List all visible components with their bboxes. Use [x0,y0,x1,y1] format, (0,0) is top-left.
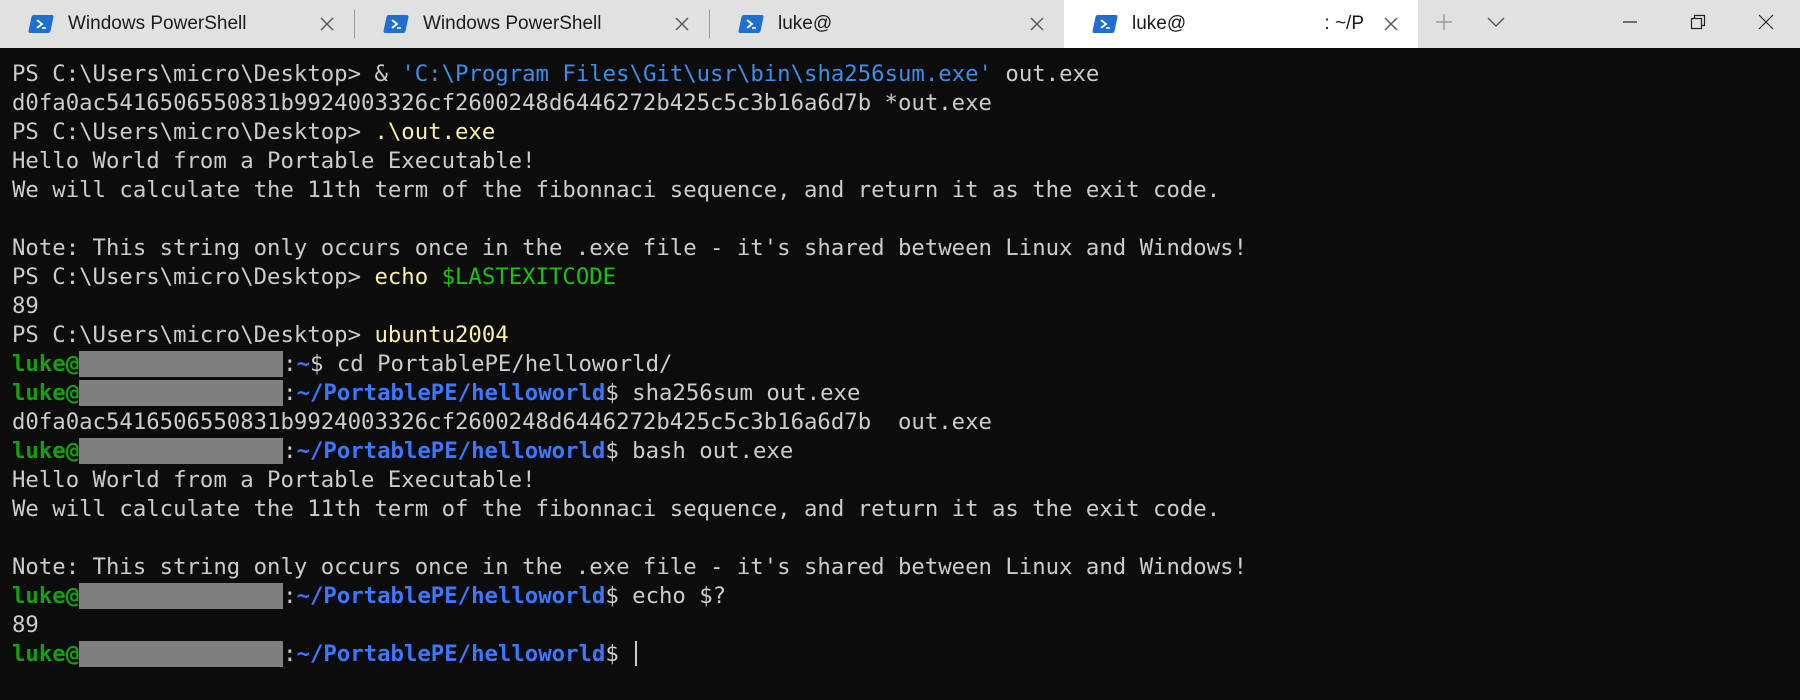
restore-button[interactable] [1664,0,1732,48]
terminal-line: Note: This string only occurs once in th… [12,553,1792,582]
terminal-line: 89 [12,611,1792,640]
terminal-text: : [283,351,297,377]
terminal-line: Note: This string only occurs once in th… [12,234,1792,263]
prompt-user: luke@ [12,351,80,377]
powershell-icon [1092,15,1118,33]
close-icon[interactable] [1026,13,1048,35]
redacted-hostname [79,380,284,406]
prompt-path: ~/PortablePE/helloworld [296,583,606,609]
variable-text: $LASTEXITCODE [441,264,617,290]
terminal-line: d0fa0ac5416506550831b9924003326cf2600248… [12,89,1792,118]
terminal-text: $ cd PortablePE/helloworld/ [310,351,673,377]
terminal-text: d0fa0ac5416506550831b9924003326cf2600248… [12,409,992,435]
new-tab-button[interactable] [1418,0,1470,48]
tab-title: luke@ [778,13,833,34]
terminal-text: PS C:\Users\micro\Desktop> [12,264,375,290]
redacted-hostname [79,583,284,609]
terminal-text: Hello World from a Portable Executable! [12,148,536,174]
prompt-user: luke@ [12,583,80,609]
terminal-line: luke@:~/PortablePE/helloworld$ [12,640,1792,669]
terminal-text: : [283,380,297,406]
terminal-text: $ echo $? [605,583,727,609]
prompt-path: ~/PortablePE/helloworld [296,380,606,406]
terminal-text: $ sha256sum out.exe [605,380,861,406]
close-icon[interactable] [1380,13,1402,35]
terminal-text: out.exe [991,61,1100,87]
redacted-hostname [79,641,284,667]
powershell-icon [383,15,409,33]
command-text: .\out.exe [374,119,496,145]
terminal-text: d0fa0ac5416506550831b9924003326cf2600248… [12,90,992,116]
terminal-text: Note: This string only occurs once in th… [12,554,1247,580]
terminal-line: luke@:~/PortablePE/helloworld$ echo $? [12,582,1792,611]
terminal-line: luke@:~/PortablePE/helloworld$ bash out.… [12,437,1792,466]
terminal-line: PS C:\Users\micro\Desktop> & 'C:\Program… [12,60,1792,89]
terminal-line: We will calculate the 11th term of the f… [12,176,1792,205]
tab-bar: Windows PowerShell Windows PowerShell lu… [0,0,1800,48]
terminal-line: 89 [12,292,1792,321]
terminal-text: Hello World from a Portable Executable! [12,467,536,493]
prompt-path: ~ [296,351,310,377]
terminal-text: : [283,438,297,464]
prompt-path: ~/PortablePE/helloworld [296,641,606,667]
tab-title: Windows PowerShell [68,13,247,34]
tab-title: Windows PowerShell [423,13,602,34]
close-icon[interactable] [671,13,693,35]
terminal-text: PS C:\Users\micro\Desktop> [12,61,375,87]
terminal-line: Hello World from a Portable Executable! [12,466,1792,495]
tab-dropdown-button[interactable] [1470,0,1522,48]
terminal-text: PS C:\Users\micro\Desktop> [12,119,375,145]
terminal-line: luke@:~$ cd PortablePE/helloworld/ [12,350,1792,379]
terminal-text: 89 [12,612,39,638]
prompt-user: luke@ [12,380,80,406]
terminal-text: PS C:\Users\micro\Desktop> [12,322,375,348]
text-cursor [635,641,638,666]
close-window-button[interactable] [1732,0,1800,48]
minimize-icon [1622,14,1638,35]
tab-luke-1[interactable]: luke@ [710,0,1064,48]
command-text: echo [374,264,442,290]
terminal-text: We will calculate the 11th term of the f… [12,177,1221,203]
tab-powershell-1[interactable]: Windows PowerShell [0,0,354,48]
tab-title-path: : ~/P [1324,13,1364,34]
restore-icon [1690,14,1706,35]
terminal-text: & [374,61,402,87]
chevron-down-icon [1487,15,1505,33]
terminal-line: PS C:\Users\micro\Desktop> echo $LASTEXI… [12,263,1792,292]
powershell-icon [738,15,764,33]
redacted-hostname [79,438,284,464]
terminal-text: We will calculate the 11th term of the f… [12,496,1221,522]
terminal-text: Note: This string only occurs once in th… [12,235,1247,261]
tab-powershell-2[interactable]: Windows PowerShell [355,0,709,48]
terminal-line: Hello World from a Portable Executable! [12,147,1792,176]
terminal-text: : [283,583,297,609]
tab-luke-active[interactable]: luke@ : ~/P [1064,0,1418,48]
terminal-line: luke@:~/PortablePE/helloworld$ sha256sum… [12,379,1792,408]
powershell-icon [28,15,54,33]
minimize-button[interactable] [1596,0,1664,48]
command-text: ubuntu2004 [374,322,509,348]
terminal-window: Windows PowerShell Windows PowerShell lu… [0,0,1800,700]
tab-title: luke@ [1132,13,1187,34]
redacted-hostname [79,351,284,377]
prompt-user: luke@ [12,641,80,667]
terminal-line: PS C:\Users\micro\Desktop> .\out.exe [12,118,1792,147]
terminal-output[interactable]: PS C:\Users\micro\Desktop> & 'C:\Program… [12,60,1792,669]
prompt-path: ~/PortablePE/helloworld [296,438,606,464]
plus-icon [1435,13,1453,36]
terminal-text: 89 [12,293,39,319]
terminal-text: : [283,641,297,667]
close-icon [1758,14,1774,35]
terminal-line: We will calculate the 11th term of the f… [12,495,1792,524]
string-literal: 'C:\Program Files\Git\usr\bin\sha256sum.… [401,61,992,87]
close-icon[interactable] [316,13,338,35]
terminal-text: $ [605,641,633,667]
terminal-line: d0fa0ac5416506550831b9924003326cf2600248… [12,408,1792,437]
terminal-text: $ bash out.exe [605,438,794,464]
prompt-user: luke@ [12,438,80,464]
terminal-line: PS C:\Users\micro\Desktop> ubuntu2004 [12,321,1792,350]
